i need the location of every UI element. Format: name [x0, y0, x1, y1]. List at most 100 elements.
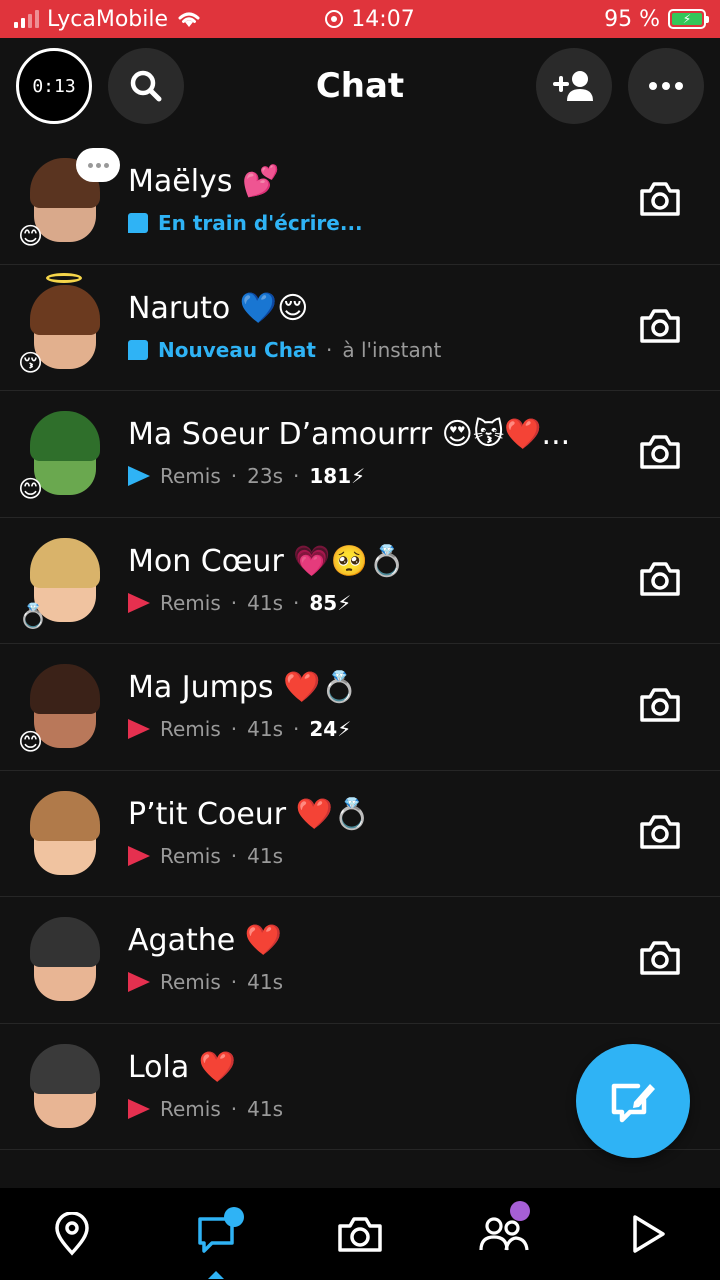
reply-camera-button[interactable]	[638, 180, 682, 218]
streak-count: 24⚡	[309, 717, 352, 741]
camera-icon	[640, 308, 680, 343]
chat-row[interactable]: Agathe ❤️ Remis · 41s	[0, 897, 720, 1024]
delivered-snap-arrow-icon	[128, 719, 150, 739]
nav-discover[interactable]	[608, 1199, 688, 1269]
active-tab-indicator	[208, 1271, 224, 1279]
avatar-hair	[30, 537, 100, 588]
reply-camera-button[interactable]	[638, 307, 682, 345]
chat-time: 41s	[247, 590, 283, 615]
avatar[interactable]: 😚	[18, 272, 108, 375]
chat-status-label: Remis	[160, 717, 221, 741]
more-button[interactable]	[628, 48, 704, 124]
friend-emoji-badge: 💍	[18, 601, 48, 630]
chat-time: 41s	[247, 1096, 283, 1121]
separator-dot: ·	[230, 717, 238, 741]
friend-emoji-badge: 😊	[18, 728, 44, 756]
separator-dot: ·	[293, 717, 300, 741]
chat-row[interactable]: P’tit Coeur ❤️💍 Remis · 41s	[0, 771, 720, 897]
reply-camera-button[interactable]	[638, 939, 682, 977]
chat-name: Maëlys 💕	[128, 164, 280, 199]
avatar[interactable]: 😊	[18, 405, 108, 501]
reply-camera-button[interactable]	[638, 433, 682, 471]
add-friend-icon	[553, 71, 593, 101]
chat-status: Remis · 41s	[128, 1097, 610, 1121]
play-icon	[633, 1215, 665, 1253]
avatar-hair	[30, 664, 100, 714]
chat-row[interactable]: 😊 Ma Jumps ❤️💍 Remis · 41s · 24⚡	[0, 644, 720, 771]
chat-row[interactable]: 😚 Naruto 💙😌 Nouveau Chat · à l'instant	[0, 265, 720, 391]
separator-dot: ·	[293, 590, 300, 615]
chat-bubble-icon	[128, 213, 148, 233]
search-icon	[130, 70, 162, 102]
nav-camera[interactable]	[320, 1199, 400, 1269]
chat-name: Mon Cœur 💗🥺💍	[128, 543, 406, 579]
wifi-icon	[178, 12, 200, 27]
chat-status: Remis · 41s	[128, 970, 610, 994]
camera-icon	[640, 435, 680, 469]
chat-name: Ma Jumps ❤️💍	[128, 670, 358, 705]
chat-bubble-icon	[128, 339, 148, 360]
camera-icon	[640, 688, 680, 722]
chat-row-text: Agathe ❤️ Remis · 41s	[128, 923, 610, 994]
bottom-nav	[0, 1188, 720, 1280]
avatar[interactable]	[24, 1038, 108, 1134]
search-button[interactable]	[108, 48, 184, 124]
reply-camera-button[interactable]	[638, 560, 682, 598]
avatar[interactable]: 💍	[18, 532, 108, 628]
add-friend-button[interactable]	[536, 48, 612, 124]
avatar[interactable]	[24, 785, 108, 881]
chat-time: 41s	[247, 970, 283, 994]
chat-status: Nouveau Chat · à l'instant	[128, 338, 610, 362]
chat-status: En train d'écrire...	[128, 211, 610, 235]
more-icon	[649, 82, 683, 90]
chat-time: 41s	[247, 843, 283, 868]
chat-list[interactable]: 😊 Maëlys 💕 En train d'écrire... 😚 Naruto…	[0, 138, 720, 1188]
camera-icon	[338, 1217, 382, 1252]
streak-count: 85⚡	[309, 590, 352, 615]
new-chat-icon	[611, 1083, 655, 1123]
chat-row-text: Ma Jumps ❤️💍 Remis · 41s · 24⚡	[128, 670, 610, 741]
chat-status: Remis · 41s · 85⚡	[128, 591, 610, 615]
chat-row[interactable]: 💍 Mon Cœur 💗🥺💍 Remis · 41s · 85⚡	[0, 518, 720, 644]
friend-emoji-badge: 😚	[18, 348, 44, 377]
delivered-snap-arrow-icon	[128, 972, 150, 992]
chat-status-label: Remis	[160, 970, 221, 994]
separator-dot: ·	[326, 337, 333, 362]
typing-bubble-icon	[76, 148, 120, 182]
chat-status: Remis · 41s · 24⚡	[128, 717, 610, 741]
nav-chat[interactable]	[176, 1199, 256, 1279]
separator-dot: ·	[230, 590, 238, 615]
halo-icon	[46, 272, 82, 283]
recording-timer-button[interactable]: 0:13	[16, 48, 92, 124]
chat-row[interactable]: 😊 Maëlys 💕 En train d'écrire...	[0, 138, 720, 265]
chat-status-label: En train d'écrire...	[158, 211, 363, 235]
delivered-chat-arrow-icon	[128, 466, 150, 486]
separator-dot: ·	[293, 464, 300, 488]
chat-row-text: P’tit Coeur ❤️💍 Remis · 41s	[128, 797, 610, 868]
avatar[interactable]	[24, 911, 108, 1007]
nav-friends[interactable]	[464, 1199, 544, 1269]
camera-icon	[640, 182, 680, 216]
map-icon	[55, 1212, 89, 1256]
separator-dot: ·	[230, 1096, 238, 1121]
nav-map[interactable]	[32, 1199, 112, 1269]
battery-percent: 95 %	[604, 6, 660, 32]
screen-record-icon	[325, 10, 344, 28]
chat-name: Lola ❤️	[128, 1049, 237, 1085]
reply-camera-button[interactable]	[638, 813, 682, 851]
delivered-snap-arrow-icon	[128, 1098, 150, 1119]
avatar-hair	[30, 790, 100, 841]
chat-name: Ma Soeur D’amourrr 😍😽❤️...	[128, 417, 571, 452]
chat-row-text: Maëlys 💕 En train d'écrire...	[128, 164, 610, 235]
chat-status: Remis · 41s	[128, 844, 610, 868]
chat-status-label: Nouveau Chat	[158, 337, 316, 362]
new-chat-button[interactable]	[576, 1044, 690, 1158]
chat-name: Agathe ❤️	[128, 923, 283, 958]
reply-camera-button[interactable]	[638, 686, 682, 724]
chat-row[interactable]: 😊 Ma Soeur D’amourrr 😍😽❤️... Remis · 23s …	[0, 391, 720, 518]
separator-dot: ·	[230, 970, 238, 994]
chat-row-text: Naruto 💙😌 Nouveau Chat · à l'instant	[128, 291, 610, 362]
avatar[interactable]: 😊	[18, 148, 120, 248]
avatar[interactable]: 😊	[18, 658, 108, 754]
avatar-hair	[30, 411, 100, 461]
